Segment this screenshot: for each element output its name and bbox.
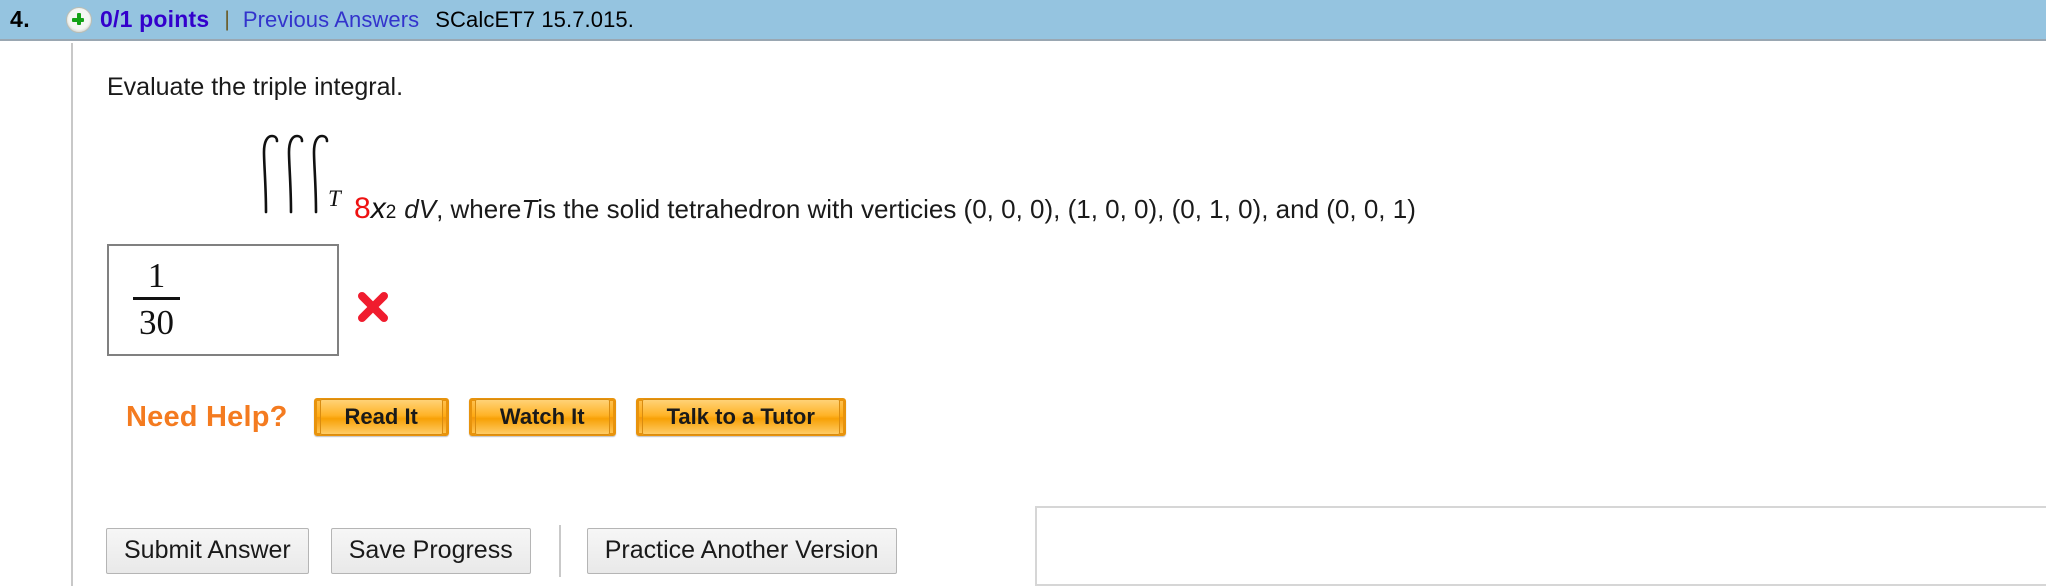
statement-part2: is the solid tetrahedron with verticies … [537, 194, 1416, 224]
question-header: 4. 0/1 points | Previous Answers SCalcET… [0, 0, 2046, 41]
feedback-panel [1035, 506, 2046, 586]
integrand-coefficient: 8 [354, 192, 371, 225]
fraction-numerator: 1 [147, 256, 166, 295]
content-left-rule [71, 43, 73, 586]
triple-integral-icon: T [250, 130, 348, 218]
action-button-row: Submit Answer Save Progress Practice Ano… [106, 525, 919, 577]
need-help-label: Need Help? [126, 400, 288, 433]
question-prompt: Evaluate the triple integral. [107, 73, 404, 101]
textbook-reference: SCalcET7 15.7.015. [435, 6, 634, 32]
watch-it-button[interactable]: Watch It [468, 398, 616, 436]
button-row-divider [558, 525, 561, 577]
question-panel: 4. 0/1 points | Previous Answers SCalcET… [0, 0, 2046, 586]
watch-it-label: Watch It [474, 399, 610, 435]
practice-another-version-button[interactable]: Practice Another Version [586, 528, 897, 574]
statement-region: T [521, 194, 538, 224]
fraction-denominator: 30 [139, 303, 174, 342]
talk-to-a-tutor-button[interactable]: Talk to a Tutor [635, 398, 846, 436]
integral-expression: T 8x2 dV, where T is the solid tetrahedr… [250, 130, 1416, 226]
integrand-exponent: 2 [385, 202, 397, 223]
read-it-button[interactable]: Read It [313, 398, 449, 436]
talk-to-a-tutor-label: Talk to a Tutor [641, 399, 840, 435]
save-progress-button[interactable]: Save Progress [330, 528, 531, 574]
read-it-label: Read It [319, 399, 443, 435]
need-help-row: Need Help? Read It Watch It Talk to a Tu… [126, 398, 866, 436]
previous-answers-link[interactable]: Previous Answers [243, 7, 419, 33]
differential-label: dV [404, 194, 437, 224]
submit-answer-button[interactable]: Submit Answer [106, 528, 309, 574]
incorrect-x-icon [355, 289, 391, 325]
fraction-bar [133, 297, 180, 300]
points-status: 0/1 points [100, 6, 210, 32]
header-divider: | [224, 7, 230, 31]
integrand-variable: x [370, 192, 386, 225]
plus-circle-icon[interactable] [66, 6, 92, 33]
question-number: 4. [10, 6, 31, 32]
integral-region-subscript: T [328, 186, 341, 211]
answer-input[interactable]: 1 30 [107, 244, 339, 356]
statement-part1: , where [436, 194, 522, 224]
answer-fraction: 1 30 [133, 254, 180, 340]
